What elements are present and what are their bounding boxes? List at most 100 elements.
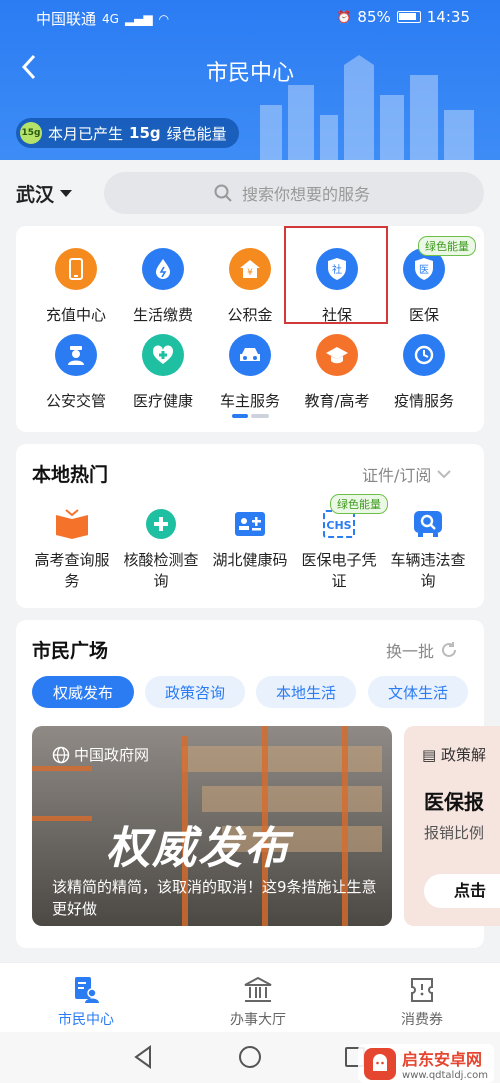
health-card-icon	[232, 506, 268, 542]
tab-local-life[interactable]: 本地生活	[256, 676, 356, 708]
chevron-down-icon	[437, 470, 452, 479]
car-search-icon	[410, 506, 446, 542]
heart-shield-icon	[143, 506, 179, 542]
watermark-url: www.qdtaldj.com	[402, 1070, 488, 1081]
energy-value: 15g	[129, 124, 161, 142]
hot-item-nucleic-test[interactable]: 核酸检测查询	[117, 506, 205, 592]
clock-refresh-icon	[403, 334, 445, 376]
tab-policy[interactable]: 政策咨询	[145, 676, 245, 708]
green-energy-banner[interactable]: 15g 本月已产生 15g 绿色能量	[16, 118, 239, 148]
service-label: 公安交管	[45, 392, 106, 410]
city-selector[interactable]: 武汉	[16, 180, 73, 207]
hot-label: 车辆违法查询	[390, 551, 466, 590]
clock: 14:35	[426, 8, 470, 26]
green-energy-tag: 绿色能量	[330, 494, 388, 514]
energy-suffix: 绿色能量	[166, 124, 227, 143]
battery-percent: 85%	[357, 8, 391, 26]
book-icon	[54, 506, 90, 542]
hot-item-vehicle-violation[interactable]: 车辆违法查询	[384, 506, 472, 592]
medical-cross-icon	[142, 334, 184, 376]
car-icon	[229, 334, 271, 376]
phone-icon	[55, 248, 97, 290]
search-placeholder: 搜索你想要的服务	[242, 185, 371, 204]
service-medical-insurance[interactable]: 医 医保	[380, 248, 468, 325]
citizen-card-icon	[26, 975, 146, 1005]
coupon-icon	[362, 975, 482, 1005]
network-label: 4G	[102, 11, 119, 26]
service-label: 公积金	[227, 306, 273, 324]
hot-label: 核酸检测查询	[123, 551, 199, 590]
service-label: 疫情服务	[393, 392, 454, 410]
service-recharge[interactable]: 充值中心	[32, 248, 120, 325]
nav-label: 办事大厅	[230, 1012, 286, 1028]
energy-prefix: 本月已产生	[48, 124, 124, 143]
refresh-icon	[442, 642, 457, 657]
hot-label: 高考查询服务	[34, 551, 110, 590]
search-input[interactable]: 搜索你想要的服务	[104, 172, 484, 214]
hot-item-health-code[interactable]: 湖北健康码	[206, 506, 294, 571]
service-label: 生活缴费	[132, 306, 193, 324]
service-epidemic[interactable]: 疫情服务	[380, 334, 468, 411]
policy-banner-title: 医保报	[424, 790, 484, 814]
section-title-plaza: 市民广场	[32, 640, 109, 662]
hot-label: 湖北健康码	[212, 551, 288, 569]
service-label: 医保	[408, 306, 439, 324]
service-education[interactable]: 教育/高考	[293, 334, 381, 411]
nav-label: 消费券	[401, 1012, 443, 1028]
city-name: 武汉	[16, 184, 55, 206]
graduation-cap-icon	[316, 334, 358, 376]
carrier-label: 中国联通	[36, 10, 97, 28]
hot-item-gaokao[interactable]: 高考查询服务	[28, 506, 116, 592]
banner-caption: 该精简的精简，该取消的取消！这9条措施让生意更好做	[52, 878, 377, 918]
service-label: 车主服务	[219, 392, 280, 410]
watermark-title: 启东安卓网	[402, 1050, 483, 1069]
page-title: 市民中心	[205, 61, 294, 86]
tab-authoritative[interactable]: 权威发布	[32, 676, 134, 708]
refresh-label: 换一批	[386, 642, 435, 661]
service-traffic-police[interactable]: 公安交管	[32, 334, 120, 411]
header: 中国联通 4G ▂▄▆ ◠ ⏰ 85% 14:35 市民中心 15g 本月已产生…	[0, 0, 500, 160]
service-housing-fund[interactable]: ¥ 公积金	[206, 248, 294, 325]
energy-badge-icon: 15g	[20, 122, 42, 144]
page-indicator	[232, 414, 269, 418]
police-icon	[55, 334, 97, 376]
service-utility-bill[interactable]: 生活缴费	[119, 248, 207, 325]
hot-item-medical-e-voucher[interactable]: CHS 医保电子凭证	[295, 506, 383, 592]
certificates-label: 证件/订阅	[362, 466, 432, 485]
banner-source-label: 中国政府网	[74, 746, 150, 764]
yuan-house-icon: ¥	[229, 248, 271, 290]
refresh-batch-button[interactable]: 换一批	[386, 638, 458, 662]
nav-citizen-center[interactable]: 市民中心	[26, 975, 146, 1029]
policy-banner-subtitle: 报销比例	[424, 824, 485, 842]
banner-source: 中国政府网	[52, 744, 149, 765]
service-label: 教育/高考	[304, 392, 370, 410]
water-drop-icon	[142, 248, 184, 290]
status-bar: 中国联通 4G ▂▄▆ ◠ ⏰ 85% 14:35	[0, 0, 500, 34]
search-icon	[214, 184, 232, 202]
globe-icon	[52, 746, 70, 763]
system-back-icon[interactable]	[132, 1045, 154, 1069]
section-title-hot: 本地热门	[32, 464, 109, 486]
wifi-icon: ◠	[158, 11, 170, 26]
alarm-icon: ⏰	[336, 10, 352, 24]
banner-headline: 权威发布	[106, 823, 290, 874]
news-banner[interactable]: 中国政府网 权威发布 该精简的精简，该取消的取消！这9条措施让生意更好做	[32, 726, 392, 926]
watermark-logo-icon	[364, 1047, 397, 1080]
medical-glyph: 医	[419, 264, 429, 276]
nav-coupons[interactable]: 消费券	[362, 975, 482, 1029]
nav-service-hall[interactable]: 办事大厅	[198, 975, 318, 1029]
bottom-navigation: 市民中心 办事大厅 消费券	[0, 962, 500, 1032]
watermark: 启东安卓网 www.qdtaldj.com	[358, 1044, 494, 1083]
service-healthcare[interactable]: 医疗健康	[119, 334, 207, 411]
battery-icon	[396, 11, 421, 23]
tab-culture-sports[interactable]: 文体生活	[368, 676, 468, 708]
certificates-subscriptions-link[interactable]: 证件/订阅	[362, 462, 452, 486]
chs-glyph: CHS	[326, 519, 351, 532]
system-home-icon[interactable]	[238, 1045, 262, 1069]
hall-building-icon	[198, 975, 318, 1005]
service-car-owner[interactable]: 车主服务	[206, 334, 294, 411]
policy-banner[interactable]: ▤ 政策解 医保报 报销比例 点击	[404, 726, 500, 926]
service-label: 医疗健康	[132, 392, 193, 410]
policy-banner-button[interactable]: 点击	[424, 874, 500, 908]
service-label: 充值中心	[45, 306, 106, 324]
